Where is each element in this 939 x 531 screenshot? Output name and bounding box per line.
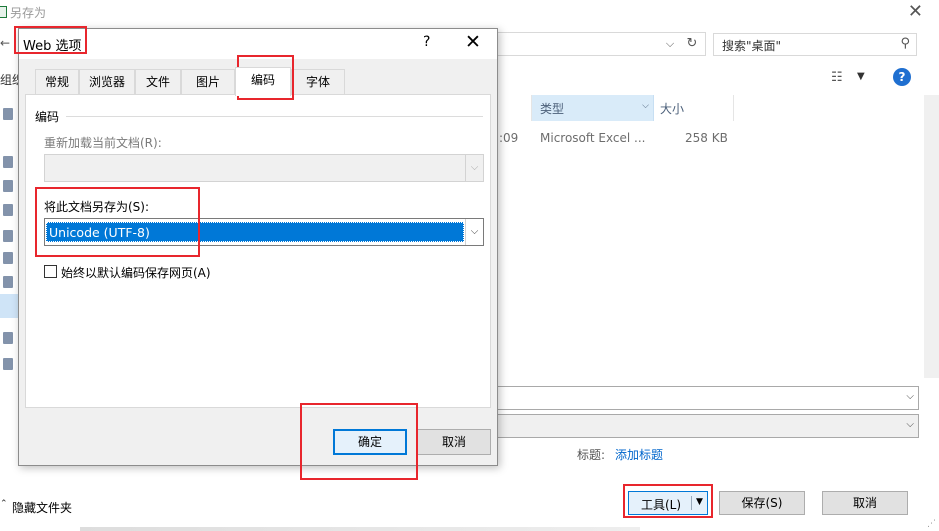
save-type-field[interactable]: ⌵	[498, 414, 919, 438]
chevron-down-icon[interactable]: ⌵	[642, 101, 649, 111]
save-as-encoding-select[interactable]: Unicode (UTF-8) ⌵	[44, 218, 484, 246]
tab-files[interactable]: 文件	[135, 69, 181, 95]
save-as-titlebar: 另存为 ✕	[0, 0, 939, 26]
split-divider	[691, 496, 692, 510]
tab-general[interactable]: 常规	[35, 69, 79, 95]
view-dropdown-icon[interactable]: ▼	[857, 71, 865, 82]
dialog-titlebar: Web 选项 ? ✕	[19, 29, 497, 59]
save-as-encoding-value: Unicode (UTF-8)	[46, 222, 464, 242]
view-options-icon[interactable]: ☷	[831, 70, 843, 85]
address-dropdown-icon[interactable]: ⌵	[659, 33, 681, 55]
web-options-dialog: Web 选项 ? ✕ 常规 浏览器 文件 图片 编码 字体 编码 重新加载当前文…	[18, 28, 498, 466]
tab-strip: 常规 浏览器 文件 图片 编码 字体	[25, 67, 491, 96]
encoding-group-label: 编码	[35, 110, 60, 124]
save-as-close-icon[interactable]: ✕	[908, 2, 923, 22]
vertical-scrollbar[interactable]	[924, 95, 939, 378]
navigation-pane	[0, 100, 18, 480]
music-icon[interactable]	[3, 252, 13, 264]
tools-button[interactable]: 工具(L) ▼	[628, 491, 708, 515]
group-divider	[66, 116, 483, 117]
bottom-strip	[80, 527, 640, 531]
column-size-label: 大小	[660, 102, 685, 116]
refresh-icon[interactable]: ↻	[681, 33, 703, 55]
column-header-modified[interactable]	[498, 95, 532, 121]
save-as-cancel-button[interactable]: 取消	[822, 491, 908, 515]
resize-grip-icon[interactable]: ⋰	[927, 519, 936, 529]
always-save-default-label[interactable]: 始终以默认编码保存网页(A)	[61, 264, 211, 281]
save-button[interactable]: 保存(S)	[719, 491, 805, 515]
chevron-down-icon: ⌵	[465, 155, 483, 181]
ok-button[interactable]: 确定	[333, 429, 407, 455]
reload-as-label: 重新加载当前文档(R):	[44, 136, 162, 150]
tools-dropdown-icon[interactable]: ▼	[696, 497, 703, 507]
column-header-type[interactable]: 类型 ⌵	[532, 95, 654, 121]
expand-icon[interactable]	[3, 230, 13, 242]
save-as-encoding-label: 将此文档另存为(S):	[44, 200, 150, 214]
tools-button-label: 工具(L)	[641, 498, 682, 512]
folder-icon[interactable]	[3, 180, 13, 192]
column-header-size[interactable]: 大小	[654, 95, 734, 121]
file-modified-time: :09	[499, 131, 519, 145]
chevron-down-icon[interactable]: ⌵	[906, 419, 914, 430]
dialog-title: Web 选项	[23, 39, 82, 54]
search-icon: ⚲	[900, 36, 910, 51]
tab-encoding[interactable]: 编码	[235, 67, 291, 96]
search-placeholder: 搜索"桌面"	[722, 39, 782, 53]
chevron-down-icon[interactable]: ⌵	[906, 391, 914, 402]
desktop-icon[interactable]	[3, 108, 13, 120]
tab-pictures[interactable]: 图片	[181, 69, 235, 95]
help-icon[interactable]: ?	[893, 68, 911, 86]
file-size: 258 KB	[685, 131, 728, 145]
file-type: Microsoft Excel ...	[540, 131, 646, 145]
tab-fonts[interactable]: 字体	[291, 69, 345, 95]
tags-label: 标题:	[577, 448, 606, 462]
tab-browsers[interactable]: 浏览器	[79, 69, 135, 95]
drive-icon[interactable]	[3, 332, 13, 344]
network-icon[interactable]	[3, 358, 13, 370]
file-name-field[interactable]: ⌵	[498, 386, 919, 410]
folder-icon[interactable]	[3, 204, 13, 216]
folder-icon[interactable]	[3, 276, 13, 288]
save-as-title: 另存为	[10, 6, 47, 20]
dialog-cancel-button[interactable]: 取消	[417, 429, 491, 455]
help-icon[interactable]: ?	[423, 34, 430, 50]
reload-as-select: ⌵	[44, 154, 484, 182]
always-save-default-checkbox[interactable]	[44, 265, 57, 278]
add-tag-link[interactable]: 添加标题	[615, 446, 663, 463]
back-arrow-icon[interactable]: ←	[0, 36, 10, 50]
column-type-label: 类型	[540, 102, 565, 116]
chevron-up-icon[interactable]: ⌃	[0, 499, 8, 509]
excel-file-icon	[0, 6, 7, 18]
hide-folders-button[interactable]: 隐藏文件夹	[12, 499, 72, 516]
close-icon[interactable]: ✕	[465, 31, 481, 53]
search-box[interactable]: 搜索"桌面" ⚲	[713, 33, 917, 56]
chevron-down-icon[interactable]: ⌵	[465, 219, 483, 245]
encoding-panel: 编码 重新加载当前文档(R): ⌵ 将此文档另存为(S): Unicode (U…	[25, 94, 491, 408]
selected-nav-item[interactable]	[0, 294, 18, 318]
folder-icon[interactable]	[3, 156, 13, 168]
